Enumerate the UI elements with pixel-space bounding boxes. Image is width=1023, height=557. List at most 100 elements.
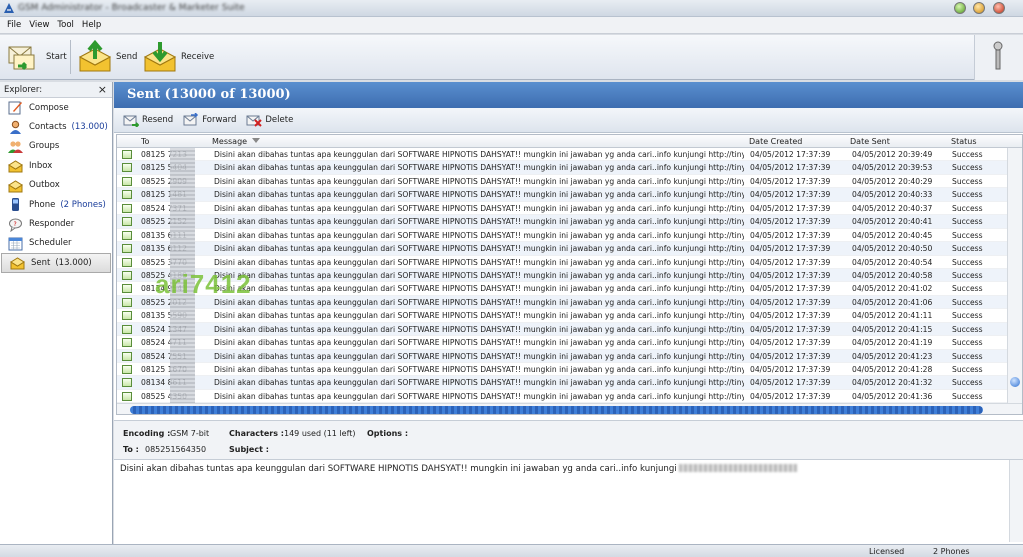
title-bar: GSM Administrator - Broadcaster & Market…: [0, 0, 1023, 17]
cell-date-sent: 04/05/2012 20:41:28: [852, 365, 933, 374]
sort-desc-icon: [252, 138, 261, 143]
nav-sent-label: Sent: [31, 257, 51, 268]
message-details: Encoding : GSM 7-bit Characters : 149 us…: [114, 420, 1023, 460]
cell-status: Success: [952, 190, 983, 200]
send-label: Send: [116, 52, 138, 62]
cell-message: Disini akan dibahas tuntas apa keunggula…: [214, 163, 744, 173]
menu-bar: File View Tool Help: [0, 17, 1023, 34]
table-row[interactable]: 08125 1670 Disini akan dibahas tuntas apa…: [117, 363, 1007, 377]
cell-date-created: 04/05/2012 17:37:39: [750, 244, 831, 254]
scheduler-icon: [8, 237, 23, 251]
sent-message-icon: [122, 284, 132, 294]
menu-help[interactable]: Help: [78, 20, 105, 30]
cell-message: Disini akan dibahas tuntas apa keunggula…: [214, 257, 744, 267]
nav-contacts[interactable]: Contacts (13.000): [0, 117, 112, 136]
nav-compose[interactable]: Compose: [0, 98, 112, 117]
table-row[interactable]: 08135 5590 Disini akan dibahas tuntas apa…: [117, 309, 1007, 323]
cell-message: Disini akan dibahas tuntas apa keunggula…: [214, 244, 744, 254]
resend-button[interactable]: Resend: [123, 113, 173, 127]
forward-button[interactable]: Forward: [183, 113, 236, 127]
table-row[interactable]: 08525 3770 Disini akan dibahas tuntas apa…: [117, 256, 1007, 269]
minimize-button[interactable]: [954, 2, 966, 14]
body-scrollbar[interactable]: [1009, 460, 1023, 542]
vertical-scrollbar[interactable]: [1007, 148, 1022, 403]
nav-phone[interactable]: Phone (2 Phones): [0, 195, 112, 214]
vertical-scroll-thumb[interactable]: [1010, 377, 1020, 387]
cell-date-sent: 04/05/2012 20:41:36: [852, 391, 933, 401]
send-button[interactable]: Send: [78, 38, 137, 76]
table-row[interactable]: 08525 4350 Disini akan dibahas tuntas apa…: [117, 390, 1007, 404]
column-date-sent[interactable]: Date Sent: [850, 137, 890, 146]
sent-message-icon: [122, 217, 132, 227]
resend-icon: [123, 115, 139, 127]
cell-status: Success: [952, 150, 983, 159]
cell-message: Disini akan dibahas tuntas apa keunggula…: [214, 365, 744, 374]
nav-inbox[interactable]: Inbox: [0, 156, 112, 175]
cell-status: Success: [952, 163, 983, 173]
cell-date-created: 04/05/2012 17:37:39: [750, 270, 831, 280]
sent-message-icon: [122, 391, 132, 401]
cell-message: Disini akan dibahas tuntas apa keunggula…: [214, 203, 744, 213]
start-icon: [8, 46, 35, 71]
cell-message: Disini akan dibahas tuntas apa keunggula…: [214, 217, 744, 227]
table-row[interactable]: 08524 1347 Disini akan dibahas tuntas apa…: [117, 322, 1007, 337]
table-row[interactable]: 08125 5404 Disini akan dibahas tuntas apa…: [117, 161, 1007, 175]
nav-responder-label: Responder: [29, 219, 75, 230]
menu-view[interactable]: View: [25, 20, 53, 30]
table-row[interactable]: 08134 8611 Disini akan dibahas tuntas apa…: [117, 376, 1007, 390]
nav-scheduler[interactable]: Scheduler: [0, 234, 112, 253]
cell-date-created: 04/05/2012 17:37:39: [750, 163, 831, 173]
cell-status: Success: [952, 257, 983, 267]
nav-sent[interactable]: Sent (13.000): [1, 253, 111, 273]
redacted-link: [679, 464, 798, 472]
maximize-button[interactable]: [973, 2, 985, 14]
start-button[interactable]: Start: [6, 38, 67, 76]
explorer-close-icon[interactable]: ×: [98, 83, 107, 96]
cell-date-created: 04/05/2012 17:37:39: [750, 378, 831, 388]
horizontal-scrollbar[interactable]: [117, 403, 1022, 414]
encoding-label: Encoding :: [123, 429, 171, 438]
groups-icon: [8, 141, 23, 153]
column-date-created[interactable]: Date Created: [749, 137, 802, 146]
cell-message: Disini akan dibahas tuntas apa keunggula…: [214, 270, 744, 280]
close-button[interactable]: [993, 2, 1005, 14]
cell-date-sent: 04/05/2012 20:39:49: [852, 150, 933, 159]
table-row[interactable]: 08135 6112 Disini akan dibahas tuntas apa…: [117, 242, 1007, 256]
column-message[interactable]: Message: [212, 137, 261, 146]
horizontal-scroll-thumb[interactable]: [130, 406, 983, 414]
cell-message: Disini akan dibahas tuntas apa keunggula…: [214, 391, 744, 401]
table-row[interactable]: 08524 7371 Disini akan dibahas tuntas apa…: [117, 202, 1007, 216]
cell-status: Success: [952, 338, 983, 348]
cell-date-sent: 04/05/2012 20:40:37: [852, 203, 933, 213]
table-row[interactable]: 08125 7213 Disini akan dibahas tuntas apa…: [117, 148, 1007, 162]
forward-icon: [183, 113, 199, 126]
column-to[interactable]: To: [141, 137, 149, 146]
table-row[interactable]: 08524 7551 Disini akan dibahas tuntas apa…: [117, 349, 1007, 363]
sent-icon: [10, 257, 25, 270]
main-panel: Sent (13000 of 13000) Resend Forward Del…: [114, 82, 1023, 544]
table-row[interactable]: 08135 6111 Disini akan dibahas tuntas apa…: [117, 229, 1007, 243]
menu-file[interactable]: File: [3, 20, 25, 30]
nav-groups[interactable]: Groups: [0, 137, 112, 156]
column-status[interactable]: Status: [951, 137, 977, 146]
cell-message: Disini akan dibahas tuntas apa keunggula…: [214, 176, 744, 186]
cell-status: Success: [952, 217, 983, 227]
receive-button[interactable]: Receive: [143, 38, 214, 76]
sent-message-icon: [122, 203, 132, 213]
delete-button[interactable]: Delete: [246, 113, 293, 127]
menu-tool[interactable]: Tool: [53, 20, 78, 30]
nav-outbox[interactable]: Outbox: [0, 176, 112, 195]
table-row[interactable]: 08524 4711 Disini akan dibahas tuntas apa…: [117, 336, 1007, 350]
nav-sent-count: (13.000): [55, 257, 92, 268]
nav-responder[interactable]: ? Responder: [0, 214, 112, 233]
nav-groups-label: Groups: [29, 141, 60, 152]
sent-message-icon: [122, 311, 132, 321]
tool-icon[interactable]: [992, 41, 1004, 71]
nav-inbox-label: Inbox: [29, 160, 53, 171]
table-row[interactable]: 08525 2909 Disini akan dibahas tuntas apa…: [117, 175, 1007, 189]
table-row[interactable]: 08125 1481 Disini akan dibahas tuntas apa…: [117, 188, 1007, 202]
message-body[interactable]: Disini akan dibahas tuntas apa keunggula…: [114, 460, 1023, 542]
watermark: ari7412: [155, 269, 252, 299]
page-title: Sent (13000 of 13000): [114, 82, 1023, 108]
table-row[interactable]: 08525 2152 Disini akan dibahas tuntas apa…: [117, 215, 1007, 229]
